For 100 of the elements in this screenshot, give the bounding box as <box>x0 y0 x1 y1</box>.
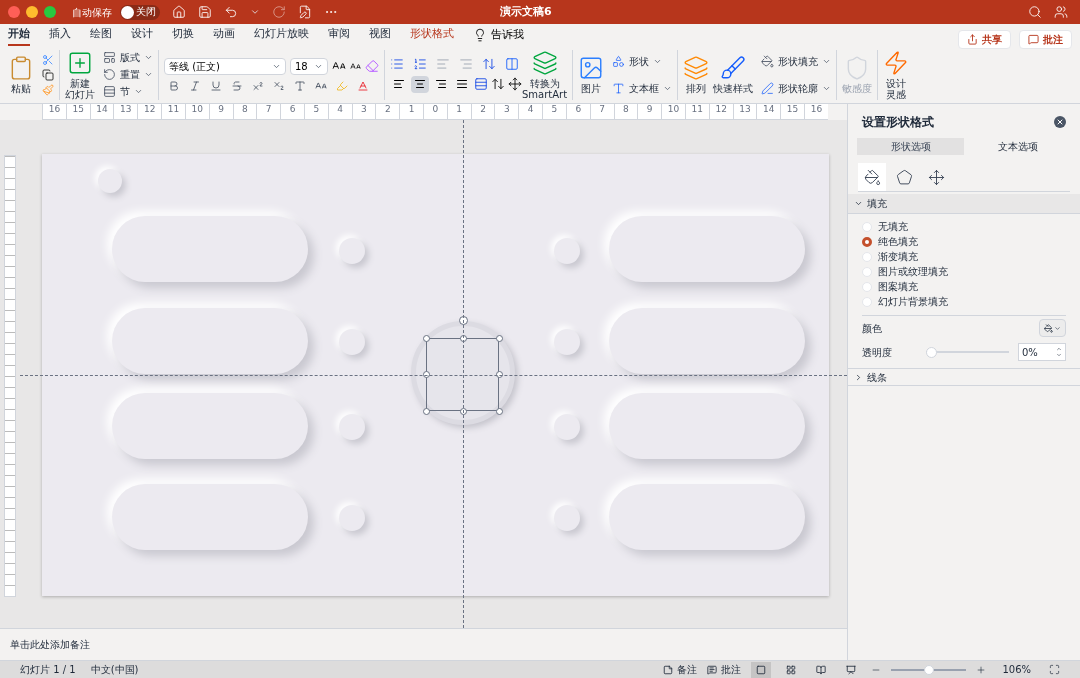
ruler-number: 16 <box>810 104 823 114</box>
color-picker-button[interactable] <box>1039 319 1066 337</box>
tell-me-link[interactable]: 告诉我 <box>491 26 524 44</box>
change-case-icon[interactable] <box>315 79 327 92</box>
comments-button[interactable]: 批注 <box>1019 29 1072 49</box>
ribbon-tab[interactable]: 切换 <box>172 24 194 46</box>
strikethrough-icon[interactable] <box>231 79 243 92</box>
document-edit-icon[interactable] <box>298 5 312 19</box>
resize-handle[interactable] <box>423 335 430 342</box>
italic-icon[interactable] <box>189 79 201 92</box>
undo-icon[interactable] <box>224 5 238 19</box>
home-icon[interactable] <box>172 5 186 19</box>
slide-menu-button[interactable]: 节 <box>103 83 153 100</box>
notes-pane[interactable]: 单击此处添加备注 <box>0 628 847 660</box>
arrange-button[interactable]: 排列 <box>683 55 710 94</box>
resize-handle[interactable] <box>423 408 430 415</box>
shapes-button[interactable]: 形状 <box>612 52 673 70</box>
radio-button[interactable] <box>862 236 872 247</box>
ribbon-tab[interactable]: 审阅 <box>328 24 350 46</box>
pane-icon-tab[interactable] <box>858 163 886 191</box>
text-box-button[interactable]: 文本框 <box>612 79 673 97</box>
subscript-icon[interactable] <box>273 79 285 92</box>
underline-icon[interactable] <box>210 79 222 92</box>
close-pane-button[interactable] <box>1054 115 1066 128</box>
view-button[interactable] <box>751 661 772 678</box>
align-button[interactable] <box>411 75 429 93</box>
convert-smartart-button[interactable]: 转换为 SmartArt <box>522 49 568 100</box>
pane-tab[interactable]: 文本选项 <box>964 138 1071 155</box>
ribbon-tab[interactable]: 插入 <box>49 24 71 46</box>
ruler-number: 4 <box>527 104 534 114</box>
numbering-icon[interactable] <box>413 56 427 71</box>
vertical-guide[interactable] <box>463 120 464 628</box>
fill-section-header[interactable]: 填充 <box>848 194 1080 214</box>
notes-button[interactable]: 备注 <box>663 662 698 677</box>
font-size-field[interactable]: 18 <box>290 57 328 75</box>
line-section-header[interactable]: 线条 <box>848 368 1080 386</box>
comments-status-button[interactable]: 批注 <box>707 662 742 677</box>
zoom-window-button[interactable] <box>44 6 56 18</box>
bold-icon[interactable] <box>168 79 180 92</box>
font-name-field[interactable]: 等线 (正文) <box>164 57 286 75</box>
minimize-window-button[interactable] <box>26 6 38 18</box>
copy-icon[interactable] <box>42 68 54 81</box>
resize-handle[interactable] <box>496 335 503 342</box>
cut-icon[interactable] <box>42 53 54 66</box>
ribbon-tab[interactable]: 视图 <box>369 24 391 46</box>
pane-tab[interactable]: 形状选项 <box>857 138 964 155</box>
text-direction-icon[interactable] <box>491 77 505 91</box>
shrink-font-icon[interactable] <box>350 60 361 72</box>
slider-thumb[interactable] <box>926 346 937 358</box>
transparency-slider[interactable] <box>926 346 1009 358</box>
ribbon-tab[interactable]: 设计 <box>131 24 153 46</box>
text-box-align-icon[interactable] <box>508 77 522 91</box>
share-button[interactable]: 共享 <box>958 29 1011 49</box>
rotate-handle[interactable] <box>459 316 468 325</box>
quick-styles-button[interactable]: 快速样式 <box>713 55 754 94</box>
paste-button[interactable]: 粘贴 <box>8 55 34 94</box>
paint-bucket-icon <box>1044 323 1053 333</box>
ruler-number: 12 <box>715 104 727 114</box>
ribbon-tab[interactable]: 形状格式 <box>410 24 454 46</box>
autosave-toggle[interactable]: 关闭 <box>120 4 160 20</box>
designer-button[interactable]: 设计 灵感 <box>883 49 910 100</box>
zoom-in-icon[interactable] <box>976 664 987 675</box>
search-icon[interactable] <box>1028 5 1042 19</box>
zoom-slider[interactable] <box>891 664 967 675</box>
ruler-number: 16 <box>48 104 61 114</box>
normal-view-icon <box>756 664 767 675</box>
resize-handle[interactable] <box>423 371 430 378</box>
dropdown-caret-icon[interactable] <box>250 7 260 17</box>
columns-icon[interactable] <box>505 56 519 71</box>
new-slide-button[interactable]: 新建 幻灯片 <box>65 49 95 100</box>
bullets-icon[interactable] <box>390 56 404 71</box>
ribbon-tab[interactable]: 绘图 <box>90 24 112 46</box>
language-status[interactable]: 中文(中国) <box>90 662 139 677</box>
resize-handle[interactable] <box>460 408 467 415</box>
ribbon-tab[interactable]: 动画 <box>213 24 235 46</box>
ribbon-tab[interactable]: 幻灯片放映 <box>254 24 309 46</box>
zoom-percentage[interactable]: 106% <box>1002 662 1031 677</box>
shape-fill-button[interactable]: 形状填充 <box>761 52 832 70</box>
character-spacing-icon[interactable] <box>294 79 306 92</box>
line-spacing-icon[interactable] <box>482 56 496 71</box>
slide-menu-button[interactable]: 重置 <box>103 66 153 83</box>
save-icon[interactable] <box>198 5 212 19</box>
people-icon[interactable] <box>1054 5 1068 19</box>
zoom-thumb[interactable] <box>923 664 934 675</box>
resize-handle[interactable] <box>496 371 503 378</box>
resize-handle[interactable] <box>496 408 503 415</box>
fit-to-window-icon[interactable] <box>1049 664 1060 675</box>
font-color-icon[interactable] <box>357 79 369 92</box>
close-window-button[interactable] <box>8 6 20 18</box>
horizontal-guide[interactable] <box>20 375 847 376</box>
shape-outline-button[interactable]: 形状轮廓 <box>761 79 832 97</box>
resize-handle[interactable] <box>460 335 467 342</box>
grid-icon <box>786 664 797 675</box>
superscript-icon[interactable] <box>252 79 264 92</box>
slide-menu-button[interactable]: 版式 <box>103 49 153 66</box>
align-text-icon[interactable] <box>474 77 488 91</box>
ruler-number: 4 <box>337 104 343 114</box>
ruler-number: 0 <box>432 104 439 114</box>
picture-button[interactable]: 图片 <box>578 55 605 94</box>
transparency-field[interactable]: 0% <box>1018 343 1066 361</box>
